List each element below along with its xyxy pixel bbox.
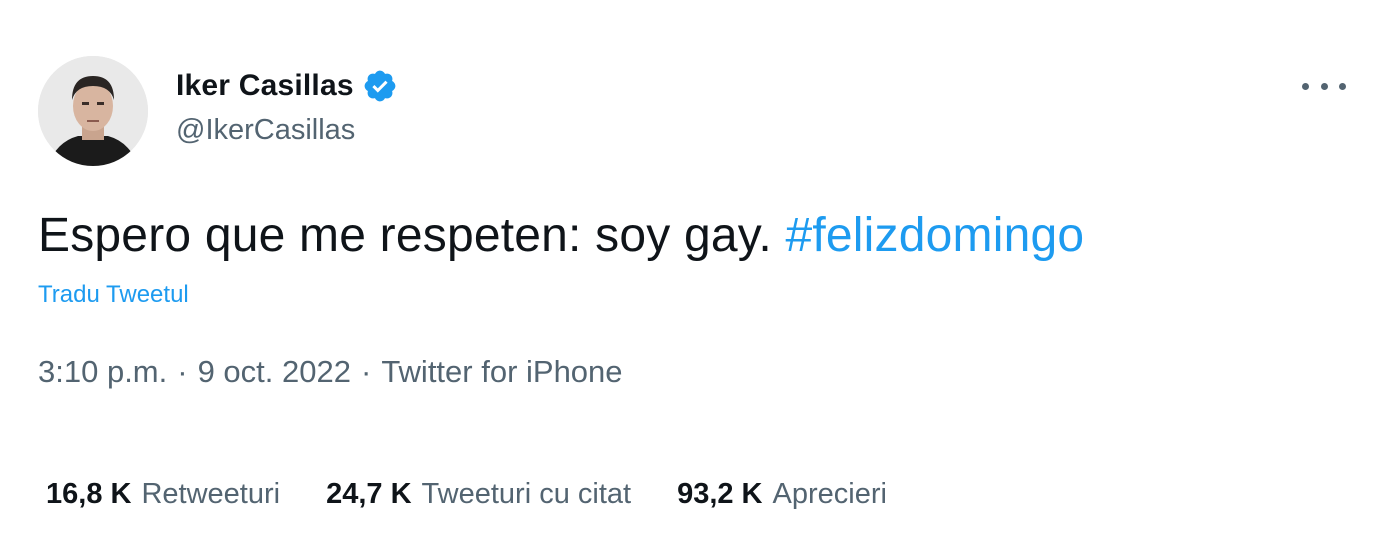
stat-retweets[interactable]: 16,8 K Retweeturi xyxy=(46,478,280,511)
avatar[interactable] xyxy=(38,56,148,166)
hashtag-link[interactable]: #felizdomingo xyxy=(785,209,1084,262)
more-options-icon[interactable] xyxy=(1302,74,1346,98)
author-display-name[interactable]: Iker Casillas xyxy=(176,69,354,103)
tweet-date[interactable]: 9 oct. 2022 xyxy=(198,354,351,389)
author-handle[interactable]: @IkerCasillas xyxy=(176,114,355,147)
tweet-meta: 3:10 p.m. · 9 oct. 2022 · Twitter for iPhone xyxy=(38,354,623,390)
stat-count: 24,7 K xyxy=(326,478,412,510)
stat-likes[interactable]: 93,2 K Aprecieri xyxy=(677,478,887,511)
tweet-time[interactable]: 3:10 p.m. xyxy=(38,354,167,389)
user-avatar-icon xyxy=(38,56,148,166)
tweet-card: Iker Casillas @IkerCasillas Espero que m… xyxy=(0,0,1400,552)
stat-count: 93,2 K xyxy=(677,478,763,510)
tweet-stats: 16,8 K Retweeturi 24,7 K Tweeturi cu cit… xyxy=(46,478,933,511)
tweet-source[interactable]: Twitter for iPhone xyxy=(381,354,622,389)
stat-label: Retweeturi xyxy=(141,478,281,510)
stat-label: Aprecieri xyxy=(772,478,887,510)
author-name-row: Iker Casillas xyxy=(176,66,398,106)
tweet-body: Espero que me respeten: soy gay. xyxy=(38,209,772,262)
tweet-text: Espero que me respeten: soy gay. #felizd… xyxy=(38,208,1084,263)
verified-badge-icon xyxy=(362,68,398,104)
more-dot xyxy=(1339,82,1346,90)
more-dot xyxy=(1320,82,1328,90)
stat-count: 16,8 K xyxy=(46,478,132,510)
meta-separator: · xyxy=(177,354,188,389)
translate-tweet-link[interactable]: Tradu Tweetul xyxy=(38,281,189,309)
more-dot xyxy=(1302,82,1309,90)
meta-separator: · xyxy=(360,354,372,389)
stat-quote-tweets[interactable]: 24,7 K Tweeturi cu citat xyxy=(326,478,631,511)
stat-label: Tweeturi cu citat xyxy=(421,478,632,510)
